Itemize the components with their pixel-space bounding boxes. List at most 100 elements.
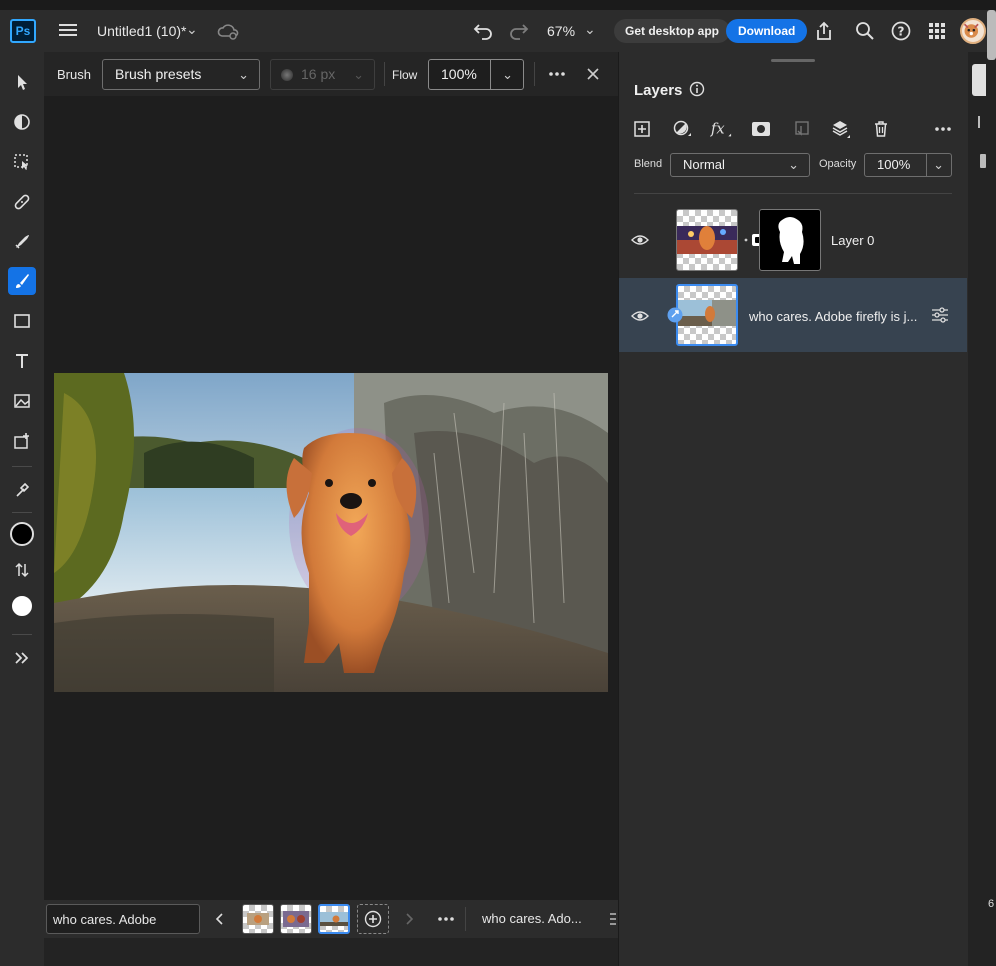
options-divider	[384, 62, 385, 86]
photoshop-logo[interactable]: Ps	[10, 19, 36, 43]
options-bar: Brush Brush presets ⌄ 16 px ⌄ Flow 100% …	[44, 52, 618, 96]
clip-layer-icon[interactable]	[790, 118, 812, 140]
brush-presets-dropdown[interactable]: Brush presets ⌄	[102, 59, 260, 90]
share-icon[interactable]	[813, 20, 835, 42]
layer-name[interactable]: who cares. Adobe firefly is j...	[749, 309, 917, 324]
chevron-down-icon[interactable]: ⌄	[584, 21, 596, 38]
brush-presets-label: Brush presets	[115, 66, 202, 82]
layer-row[interactable]: Layer 0	[619, 203, 967, 277]
edge-icon[interactable]	[978, 116, 986, 128]
text-tool-icon[interactable]	[8, 347, 36, 375]
close-icon[interactable]	[586, 67, 600, 81]
chevron-down-icon[interactable]: ⌄	[933, 154, 944, 176]
panel-collapse-tab[interactable]	[972, 64, 986, 96]
brush-tool-icon[interactable]	[8, 267, 36, 295]
selection-tool-icon[interactable]	[8, 148, 36, 176]
eyedropper-icon[interactable]	[8, 476, 36, 504]
flow-input[interactable]: 100% ⌄	[428, 59, 524, 90]
smart-object-icon	[667, 307, 683, 323]
add-layer-icon[interactable]	[631, 118, 653, 140]
panel-divider	[634, 193, 952, 194]
brush-size-field[interactable]: 16 px ⌄	[270, 59, 375, 90]
toolbar-divider	[12, 634, 32, 635]
sort-icon[interactable]	[608, 911, 618, 927]
apps-grid-icon[interactable]	[926, 20, 948, 42]
field-divider	[926, 154, 927, 176]
chevron-left-icon[interactable]	[215, 912, 225, 926]
layer-thumbnail[interactable]	[676, 284, 738, 346]
expand-toolbar-icon[interactable]	[8, 644, 36, 672]
healing-tool-icon[interactable]	[8, 188, 36, 216]
document-bar: who cares. Adobe fire... who cares. Ado.…	[44, 900, 618, 957]
background-color-swatch[interactable]	[10, 594, 34, 618]
panel-grip[interactable]	[771, 59, 815, 62]
blend-mode-value: Normal	[683, 157, 725, 172]
layer-properties-icon[interactable]	[931, 307, 949, 323]
layer-thumbnail[interactable]	[676, 209, 738, 271]
document-tab-label: who cares. Ado...	[482, 911, 582, 926]
undo-icon[interactable]	[472, 20, 494, 42]
options-divider	[534, 62, 535, 86]
flow-value: 100%	[441, 66, 477, 82]
more-options-icon[interactable]	[436, 912, 456, 926]
svg-text:fx: fx	[710, 121, 725, 138]
quick-actions-icon[interactable]	[8, 228, 36, 256]
scrollbar[interactable]	[987, 10, 996, 60]
top-bar: Ps Untitled1 (10)* ⌄ 67% ⌄ Get desktop a…	[0, 0, 996, 52]
toolbar-divider	[12, 512, 32, 513]
more-options-icon[interactable]	[932, 118, 954, 140]
more-options-icon[interactable]	[547, 67, 567, 81]
page-thumbnail-selected[interactable]	[318, 904, 350, 934]
add-page-button[interactable]	[357, 904, 389, 934]
document-tab[interactable]: who cares. Ado...	[482, 904, 582, 934]
chevron-down-icon: ⌄	[238, 67, 249, 82]
edge-icon[interactable]	[980, 154, 986, 168]
adjustment-tool-icon[interactable]	[8, 108, 36, 136]
adjustment-layer-icon[interactable]	[671, 118, 693, 140]
avatar[interactable]	[960, 18, 986, 44]
svg-text:?: ?	[898, 25, 905, 39]
document-title[interactable]: Untitled1 (10)*	[97, 23, 187, 39]
opacity-label: Opacity	[819, 158, 857, 170]
layer-row-selected[interactable]: who cares. Adobe firefly is j...	[619, 278, 967, 352]
opacity-value: 100%	[877, 157, 911, 172]
redo-icon[interactable]	[508, 20, 530, 42]
swap-colors-icon[interactable]	[8, 556, 36, 584]
panel-title: Layers	[634, 82, 683, 99]
mask-icon[interactable]	[750, 118, 772, 140]
layer-mask-thumbnail[interactable]	[759, 209, 821, 271]
info-icon[interactable]	[689, 81, 705, 97]
chevron-right-icon[interactable]	[404, 912, 414, 926]
move-tool-icon[interactable]	[8, 68, 36, 96]
opacity-input[interactable]: 100% ⌄	[864, 153, 952, 177]
menu-icon[interactable]	[58, 21, 78, 41]
zoom-level[interactable]: 67%	[547, 23, 575, 39]
search-icon[interactable]	[854, 20, 876, 42]
effects-icon[interactable]: fx	[710, 118, 732, 140]
cloud-sync-icon[interactable]	[216, 21, 240, 41]
eye-icon[interactable]	[631, 309, 649, 323]
layer-name[interactable]: Layer 0	[831, 233, 874, 248]
document-tab-active[interactable]: who cares. Adobe fire...	[46, 904, 200, 957]
get-desktop-app-button[interactable]: Get desktop app	[614, 19, 731, 43]
layer-stack-icon[interactable]	[830, 118, 852, 140]
generative-fill-icon[interactable]	[8, 427, 36, 455]
chevron-down-icon[interactable]: ⌄	[186, 21, 198, 38]
help-icon[interactable]: ?	[890, 20, 912, 42]
page-thumbnail[interactable]	[242, 904, 274, 934]
doc-bar-divider	[465, 907, 466, 931]
foreground-color-swatch[interactable]	[10, 522, 34, 546]
eye-icon[interactable]	[631, 233, 649, 247]
trash-icon[interactable]	[870, 118, 892, 140]
canvas-image[interactable]	[54, 373, 608, 692]
rectangle-tool-icon[interactable]	[8, 307, 36, 335]
blend-label: Blend	[634, 158, 663, 170]
chevron-down-icon[interactable]: ⌄	[502, 60, 513, 89]
page-thumbnail[interactable]	[280, 904, 312, 934]
toolbar-divider	[12, 466, 32, 467]
field-divider	[490, 60, 491, 89]
blend-mode-dropdown[interactable]: Normal ⌄	[670, 153, 810, 177]
download-button[interactable]: Download	[726, 19, 808, 43]
place-image-icon[interactable]	[8, 387, 36, 415]
brush-size-value: 16 px	[301, 66, 336, 82]
